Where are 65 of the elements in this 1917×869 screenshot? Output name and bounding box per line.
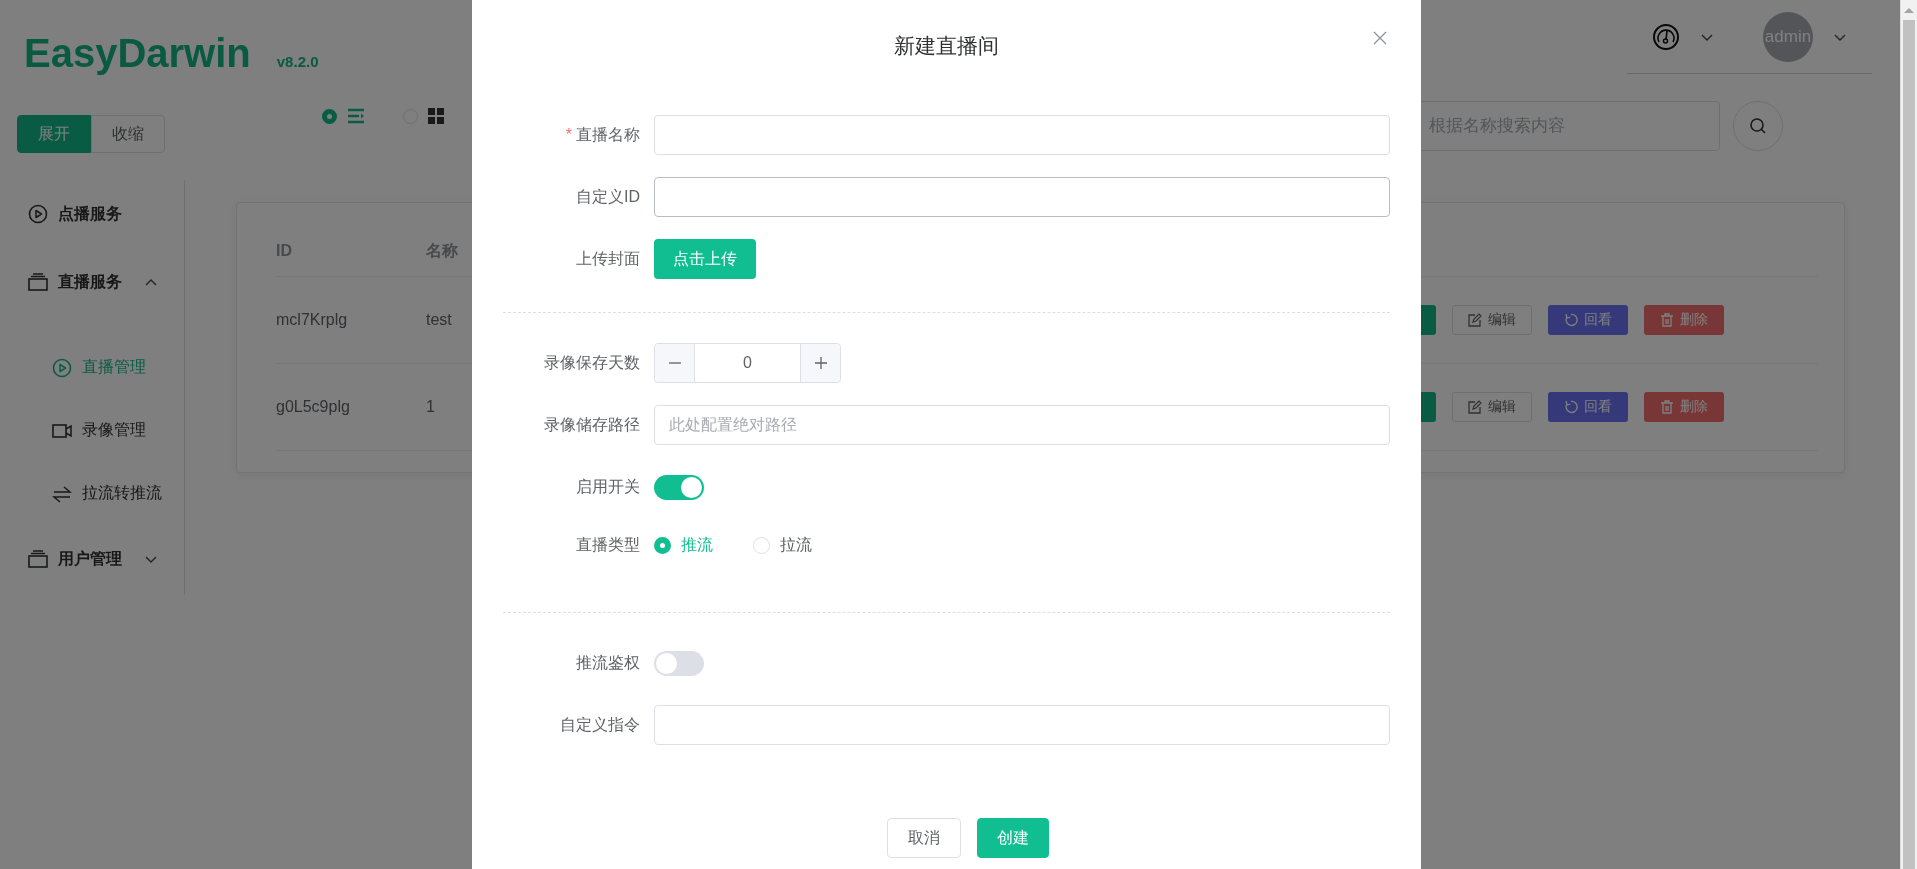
delete-button[interactable]: 删除 [1644,305,1724,335]
field-label: 录像保存天数 [543,352,640,373]
upload-button[interactable]: 点击上传 [654,239,756,279]
text-field[interactable] [654,177,1390,217]
field-label: 自定义指令 [559,714,640,735]
edit-button[interactable]: 编辑 [1452,305,1532,335]
radio-option[interactable]: 推流 [654,535,713,556]
table-cell-text: g0L5c9plg [276,398,351,416]
sidebar-item[interactable]: 直播服务 [0,248,184,316]
refresh-icon [1564,400,1578,414]
sidebar-item[interactable]: 录像管理 [0,399,184,462]
radio-option[interactable]: 拉流 [753,535,812,556]
plus-icon [813,356,828,370]
trash-icon [1660,313,1674,327]
version-label: v8.2.0 [276,53,319,70]
edit-icon [1468,313,1482,327]
field-label: 直播类型 [575,535,640,555]
search-button[interactable] [1733,101,1783,151]
scroll-up-icon [1903,6,1915,14]
grid-view-icon [428,108,444,124]
dialog-title: 新建直播间 [894,33,999,59]
field-label: 上传封面 [575,248,640,269]
stack-icon [28,272,48,292]
scrollbar[interactable] [1900,0,1917,869]
number-stepper[interactable]: 0 [654,343,841,383]
sidebar-item[interactable]: 点播服务 [0,180,184,248]
edit-icon [1468,400,1482,414]
toggle-switch[interactable] [654,474,704,500]
field-label: 自定义ID [575,186,640,207]
toggle-switch[interactable] [654,650,704,676]
radio-button[interactable] [322,108,337,124]
table-cell-text: mcl7Krplg [276,311,349,329]
decrement-button[interactable] [655,344,695,382]
gauge-icon [1652,22,1680,51]
table-cell: test [426,311,452,329]
cancel-button[interactable]: 取消 [886,818,961,858]
scrollbar-thumb[interactable] [1903,20,1915,869]
field-label: 录像储存路径 [543,414,640,435]
close-icon [1373,31,1387,45]
field-label: 启用开关 [575,476,640,497]
swap-arrows-icon [52,483,72,504]
field-label: 推流鉴权 [575,652,640,673]
app-logo: EasyDarwin [24,30,251,77]
table-cell: 1 [426,398,435,416]
trash-icon [1660,400,1674,414]
search-icon [1749,117,1767,135]
text-field[interactable]: 此处配置绝对路径 [654,405,1390,445]
delete-button[interactable]: 删除 [1644,392,1724,422]
field-label: * 直播名称 [564,124,640,145]
increment-button[interactable] [800,344,840,382]
refresh-icon [1564,313,1578,327]
text-field[interactable] [654,115,1390,155]
toggle-button[interactable]: 展开 [17,115,91,153]
toggle-button[interactable]: 收缩 [91,115,165,153]
play-circle-icon [28,204,48,224]
edit-button[interactable]: 编辑 [1452,392,1532,422]
close-button[interactable] [1373,31,1387,45]
sidebar-item[interactable]: 用户管理 [0,525,184,593]
list-view-icon [347,108,365,124]
text-field[interactable] [654,705,1390,745]
create-button[interactable]: 创建 [976,818,1049,858]
play-circle-icon [52,357,72,378]
sidebar-item[interactable]: 直播管理 [0,336,184,399]
sidebar-item[interactable]: 拉流转推流 [0,462,184,525]
stack-icon [28,549,48,569]
